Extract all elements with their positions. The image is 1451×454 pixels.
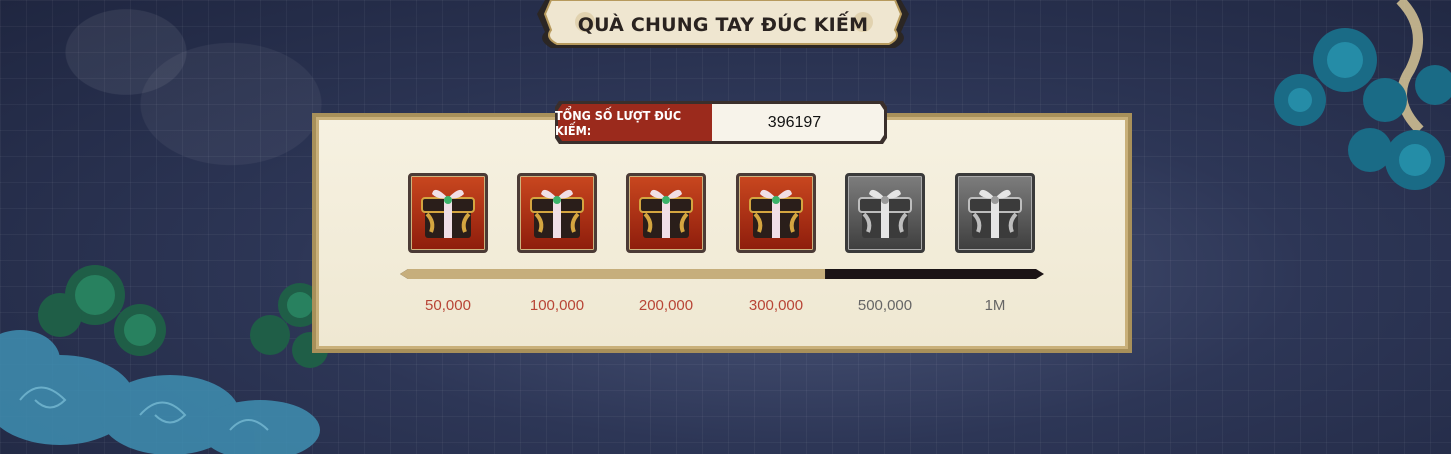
reward-box-6[interactable] [955, 173, 1035, 253]
milestone-label: 200,000 [638, 297, 694, 314]
pine-cloud-decoration-left [0, 265, 328, 454]
reward-box-1[interactable] [408, 173, 488, 253]
event-title: QUÀ CHUNG TAY ĐÚC KIẾM [577, 14, 869, 36]
milestone-label: 300,000 [748, 297, 804, 314]
pine-decoration-right [1274, 0, 1451, 190]
reward-box-2[interactable] [517, 173, 597, 253]
gift-chest-icon [421, 189, 475, 238]
gift-chest-icon [530, 189, 584, 238]
forge-counter-label: TỔNG SỐ LƯỢT ĐÚC KIẾM: [555, 107, 682, 138]
milestone-label: 100,000 [529, 297, 585, 314]
reward-box-5[interactable] [845, 173, 925, 253]
milestone-label: 500,000 [857, 297, 913, 314]
forge-counter-value: 396197 [767, 113, 822, 131]
gift-chest-icon [858, 189, 912, 238]
progress-bar [400, 269, 1044, 279]
event-title-banner: QUÀ CHUNG TAY ĐÚC KIẾM [537, 0, 909, 50]
forge-counter: TỔNG SỐ LƯỢT ĐÚC KIẾM: 396197 [555, 101, 887, 144]
gift-chest-icon [639, 189, 693, 238]
reward-box-4[interactable] [736, 173, 816, 253]
progress-fill [400, 269, 826, 279]
gift-chest-icon [968, 189, 1022, 238]
milestone-label: 50,000 [425, 297, 471, 314]
reward-box-3[interactable] [626, 173, 706, 253]
gift-chest-icon [749, 189, 803, 238]
milestone-label: 1M [984, 297, 1006, 314]
